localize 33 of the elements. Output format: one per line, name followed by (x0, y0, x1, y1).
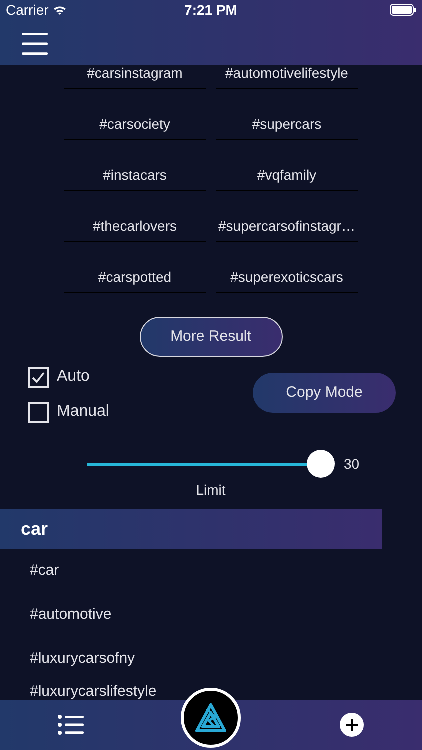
checkbox[interactable] (28, 402, 49, 422)
hashtag-cell[interactable]: #carsociety (64, 89, 206, 140)
hashtag-cell[interactable]: #thecarlovers (64, 191, 206, 242)
more-result-button[interactable]: More Result (140, 317, 282, 357)
wifi-icon (52, 4, 67, 16)
slider-value: 30 (344, 454, 360, 474)
time-text: 7:21 PM (184, 0, 238, 20)
check-icon (32, 372, 45, 382)
triangle-logo-icon (195, 703, 227, 733)
battery-icon (390, 4, 416, 16)
hashtag-cell[interactable]: #vqfamily (216, 140, 358, 191)
slider-thumb[interactable] (307, 450, 335, 478)
hashtag-item[interactable]: #luxurycarsofny (30, 650, 136, 667)
hashtag-cell[interactable]: #superexoticscars (216, 242, 358, 293)
add-icon[interactable] (340, 713, 364, 737)
hashtag-cell[interactable]: #supercars (216, 89, 358, 140)
hashtag-item[interactable]: #car (30, 562, 60, 579)
hashtag-item[interactable]: #automotive (30, 606, 112, 623)
hashtag-cell[interactable]: #automotivelifestyle (216, 65, 358, 89)
list-icon[interactable] (58, 715, 84, 735)
hashtag-cell[interactable]: #carspotted (64, 242, 206, 293)
hashtag-cell[interactable]: #instacars (64, 140, 206, 191)
checkbox-label: Auto (57, 367, 90, 387)
menu-icon[interactable] (22, 32, 48, 55)
section-header: car (0, 509, 382, 549)
checkbox[interactable] (28, 366, 49, 388)
limit-label: Limit (196, 482, 226, 498)
hashtag-item[interactable]: #luxurycarslifestyle (30, 683, 157, 700)
carrier-text: Carrier (6, 0, 49, 20)
hashtag-cell[interactable]: #carsinstagram (64, 65, 206, 89)
hashtag-cell[interactable]: #supercarsofinstagr… (216, 191, 358, 242)
checkbox-label: Manual (57, 402, 110, 422)
copy-mode-button[interactable]: Copy Mode (253, 373, 396, 413)
